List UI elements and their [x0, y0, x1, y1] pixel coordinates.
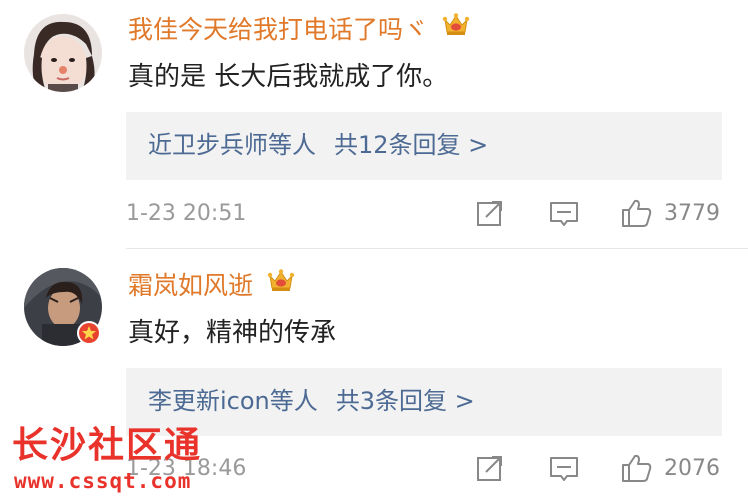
username[interactable]: 我佳今天给我打电话了吗ヾ [128, 12, 470, 46]
meta-row: 1-23 18:46 2076 [126, 452, 726, 486]
timestamp: 1-23 20:51 [126, 201, 247, 226]
reply-summary[interactable]: 近卫步兵师等人 共12条回复 > [126, 112, 722, 180]
crown-badge-icon [442, 12, 470, 44]
star-badge-icon [76, 320, 102, 346]
like-count: 2076 [664, 456, 720, 481]
username-text: 我佳今天给我打电话了吗ヾ [128, 15, 429, 44]
comment-text: 真的是 长大后我就成了你。 [128, 62, 449, 92]
reply-count-link[interactable]: 共12条回复 > [334, 131, 488, 159]
comment-icon[interactable] [548, 452, 580, 484]
avatar[interactable] [24, 14, 102, 92]
crown-badge-icon [267, 268, 295, 300]
reply-summary[interactable]: 李更新icon等人 共3条回复 > [126, 368, 722, 436]
like-count: 3779 [664, 201, 720, 226]
share-icon[interactable] [474, 197, 506, 229]
timestamp: 1-23 18:46 [126, 456, 247, 481]
comment-divider [126, 248, 748, 249]
username[interactable]: 霜岚如风逝 [128, 268, 295, 302]
share-icon[interactable] [474, 452, 506, 484]
reply-users: 李更新icon等人 [148, 387, 318, 415]
username-text: 霜岚如风逝 [128, 271, 254, 300]
comment-icon[interactable] [548, 197, 580, 229]
meta-row: 1-23 20:51 3779 [126, 197, 726, 231]
reply-count-link[interactable]: 共3条回复 > [336, 387, 475, 415]
like-icon [620, 452, 652, 484]
reply-users: 近卫步兵师等人 [148, 131, 316, 159]
comment-item: 霜岚如风逝 真好，精神的传承 李更新icon等人 共3条回复 > 1-23 18:… [0, 250, 748, 500]
comment-text: 真好，精神的传承 [128, 318, 337, 348]
like-icon [620, 197, 652, 229]
comment-item: 我佳今天给我打电话了吗ヾ 真的是 长大后我就成了你。 近卫步兵师等人 共12条回复… [0, 0, 748, 250]
